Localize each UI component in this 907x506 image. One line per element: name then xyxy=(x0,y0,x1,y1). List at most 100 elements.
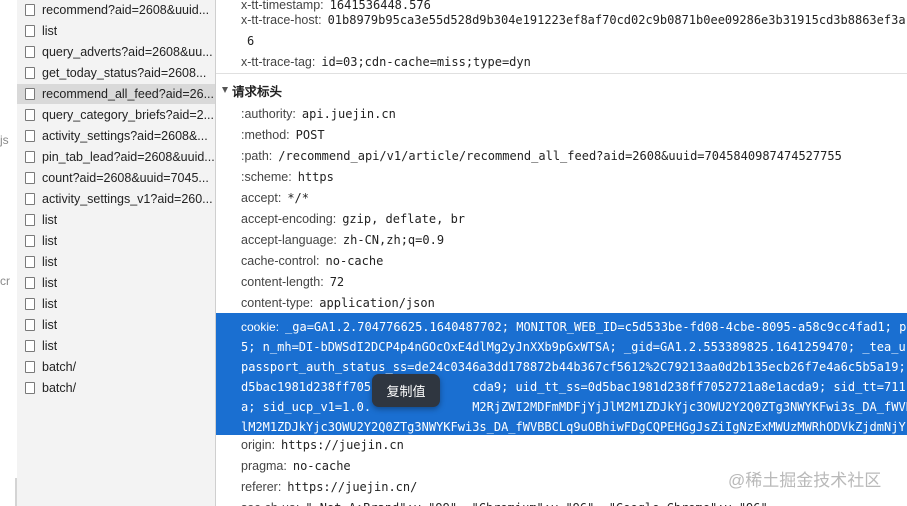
request-list-item[interactable]: recommend_all_feed?aid=26... xyxy=(17,84,215,105)
header-row[interactable]: x-tt-trace-tag: id=03;cdn-cache=miss;type… xyxy=(241,51,531,72)
header-row[interactable]: cache-control: no-cache xyxy=(241,250,383,271)
request-name: list xyxy=(42,255,58,269)
header-name: content-length: xyxy=(241,274,324,289)
header-value: zh-CN,zh;q=0.9 xyxy=(342,232,445,247)
request-list-item[interactable]: list xyxy=(17,231,215,252)
cookie-header-selected[interactable]: cookie: _ga=GA1.2.704776625.1640487702; M… xyxy=(216,313,907,435)
request-name: list xyxy=(42,297,58,311)
header-row[interactable]: origin: https://juejin.cn xyxy=(241,434,404,455)
header-row[interactable]: pragma: no-cache xyxy=(241,455,351,476)
left-fragment-text: cr xyxy=(0,274,10,288)
header-name: :scheme: xyxy=(241,169,292,184)
header-row[interactable]: accept-language: zh-CN,zh;q=0.9 xyxy=(241,229,444,250)
request-list-item[interactable]: list xyxy=(17,273,215,294)
request-list-item[interactable]: count?aid=2608&uuid=7045... xyxy=(17,168,215,189)
document-icon xyxy=(25,382,35,394)
header-row[interactable]: referer: https://juejin.cn/ xyxy=(241,476,417,497)
header-row[interactable]: accept: */* xyxy=(241,187,309,208)
header-name: :authority: xyxy=(241,106,296,121)
header-name: :method: xyxy=(241,127,290,142)
request-name: get_today_status?aid=2608... xyxy=(42,66,207,80)
header-value: no-cache xyxy=(292,458,351,473)
document-icon xyxy=(25,151,35,163)
request-list-item[interactable]: query_category_briefs?aid=2... xyxy=(17,105,215,126)
header-value: https://juejin.cn xyxy=(281,437,404,452)
header-value: /recommend_api/v1/article/recommend_all_… xyxy=(278,148,842,163)
header-value: application/json xyxy=(319,295,435,310)
cookie-value: d5bac1981d238ff705 cda9; uid_tt_ss=0d5ba… xyxy=(241,379,907,394)
header-row[interactable]: :scheme: https xyxy=(241,166,334,187)
request-list-item[interactable]: pin_tab_lead?aid=2608&uuid... xyxy=(17,147,215,168)
cookie-value: 5; n_mh=DI-bDWSdI2DCP4p4nGOcOxE4dlMg2yJn… xyxy=(241,339,906,354)
header-row[interactable]: :path: /recommend_api/v1/article/recommen… xyxy=(241,145,842,166)
request-list-item[interactable]: recommend?aid=2608&uuid... xyxy=(17,0,215,21)
document-icon xyxy=(25,67,35,79)
document-icon xyxy=(25,319,35,331)
request-list-item[interactable]: get_today_status?aid=2608... xyxy=(17,63,215,84)
cookie-line: passport_auth_status_ss=de24c0346a3dd178… xyxy=(241,356,906,377)
headers-panel: 请求标头 cookie: _ga=GA1.2.704776625.16404877… xyxy=(216,0,907,506)
document-icon xyxy=(25,298,35,310)
document-icon xyxy=(25,46,35,58)
header-row[interactable]: :method: POST xyxy=(241,124,325,145)
request-list-item[interactable]: activity_settings?aid=2608&... xyxy=(17,126,215,147)
request-name: list xyxy=(42,234,58,248)
header-name: sec-ch-ua: xyxy=(241,501,299,506)
request-list-item[interactable]: activity_settings_v1?aid=260... xyxy=(17,189,215,210)
request-headers-section-toggle[interactable]: 请求标头 xyxy=(222,80,282,100)
header-value: https://juejin.cn/ xyxy=(287,479,418,494)
request-list-item[interactable]: list xyxy=(17,294,215,315)
request-list-item[interactable]: list xyxy=(17,336,215,357)
header-row[interactable]: content-type: application/json xyxy=(241,292,435,313)
header-name: cookie: xyxy=(241,319,280,334)
request-name: recommend?aid=2608&uuid... xyxy=(42,3,210,17)
request-list-item[interactable]: batch/ xyxy=(17,378,215,399)
left-fragment-text: js xyxy=(0,133,9,147)
copy-value-tooltip[interactable]: 复制值 xyxy=(372,374,440,407)
document-icon xyxy=(25,193,35,205)
header-value: https xyxy=(297,169,334,184)
header-value: gzip, deflate, br xyxy=(342,211,466,226)
request-name: query_adverts?aid=2608&uu... xyxy=(42,45,213,59)
header-row[interactable]: 6 xyxy=(241,30,254,51)
document-icon xyxy=(25,277,35,289)
header-name: referer: xyxy=(241,479,282,494)
header-name: x-tt-trace-host: xyxy=(241,12,322,27)
header-name: accept-encoding: xyxy=(241,211,337,226)
header-name: :path: xyxy=(241,148,273,163)
request-name: pin_tab_lead?aid=2608&uuid... xyxy=(42,150,215,164)
document-icon xyxy=(25,109,35,121)
request-list-item[interactable]: list xyxy=(17,315,215,336)
header-row[interactable]: content-length: 72 xyxy=(241,271,344,292)
header-value: id=03;cdn-cache=miss;type=dyn xyxy=(321,54,531,69)
header-value: */* xyxy=(287,190,309,205)
document-icon xyxy=(25,235,35,247)
request-list-item[interactable]: batch/ xyxy=(17,357,215,378)
header-row[interactable]: x-tt-trace-host: 01b8979b95ca3e55d528d9b3… xyxy=(241,9,906,30)
header-name: pragma: xyxy=(241,458,287,473)
request-list-item[interactable]: list xyxy=(17,252,215,273)
header-row[interactable]: :authority: api.juejin.cn xyxy=(241,103,396,124)
request-name: list xyxy=(42,318,58,332)
header-row[interactable]: accept-encoding: gzip, deflate, br xyxy=(241,208,465,229)
request-name: list xyxy=(42,213,58,227)
request-list-item[interactable]: list xyxy=(17,21,215,42)
header-value: " Not A;Brand";v="99", "Chromium";v="96"… xyxy=(305,501,767,506)
header-name: accept: xyxy=(241,190,282,205)
cookie-line: 5; n_mh=DI-bDWSdI2DCP4p4nGOcOxE4dlMg2yJn… xyxy=(241,336,906,357)
request-list-item[interactable]: query_adverts?aid=2608&uu... xyxy=(17,42,215,63)
cookie-value: lM2M1ZDJkYjc3OWU2Y2Q0ZTg3NWYKFwi3s_DA_fW… xyxy=(241,419,906,434)
header-value: 6 xyxy=(247,33,255,48)
section-title: 请求标头 xyxy=(232,84,283,99)
header-value: 72 xyxy=(329,274,345,289)
request-name: activity_settings?aid=2608&... xyxy=(42,129,208,143)
request-list-item[interactable]: list xyxy=(17,210,215,231)
header-name: origin: xyxy=(241,437,276,452)
request-name: query_category_briefs?aid=2... xyxy=(42,108,214,122)
header-row[interactable]: sec-ch-ua: " Not A;Brand";v="99", "Chromi… xyxy=(241,497,768,506)
cookie-value: _ga=GA1.2.704776625.1640487702; MONITOR_… xyxy=(285,319,907,334)
document-icon xyxy=(25,256,35,268)
cookie-line: cookie: _ga=GA1.2.704776625.1640487702; M… xyxy=(241,316,906,337)
header-name: accept-language: xyxy=(241,232,337,247)
cookie-line: d5bac1981d238ff705 cda9; uid_tt_ss=0d5ba… xyxy=(241,376,907,397)
